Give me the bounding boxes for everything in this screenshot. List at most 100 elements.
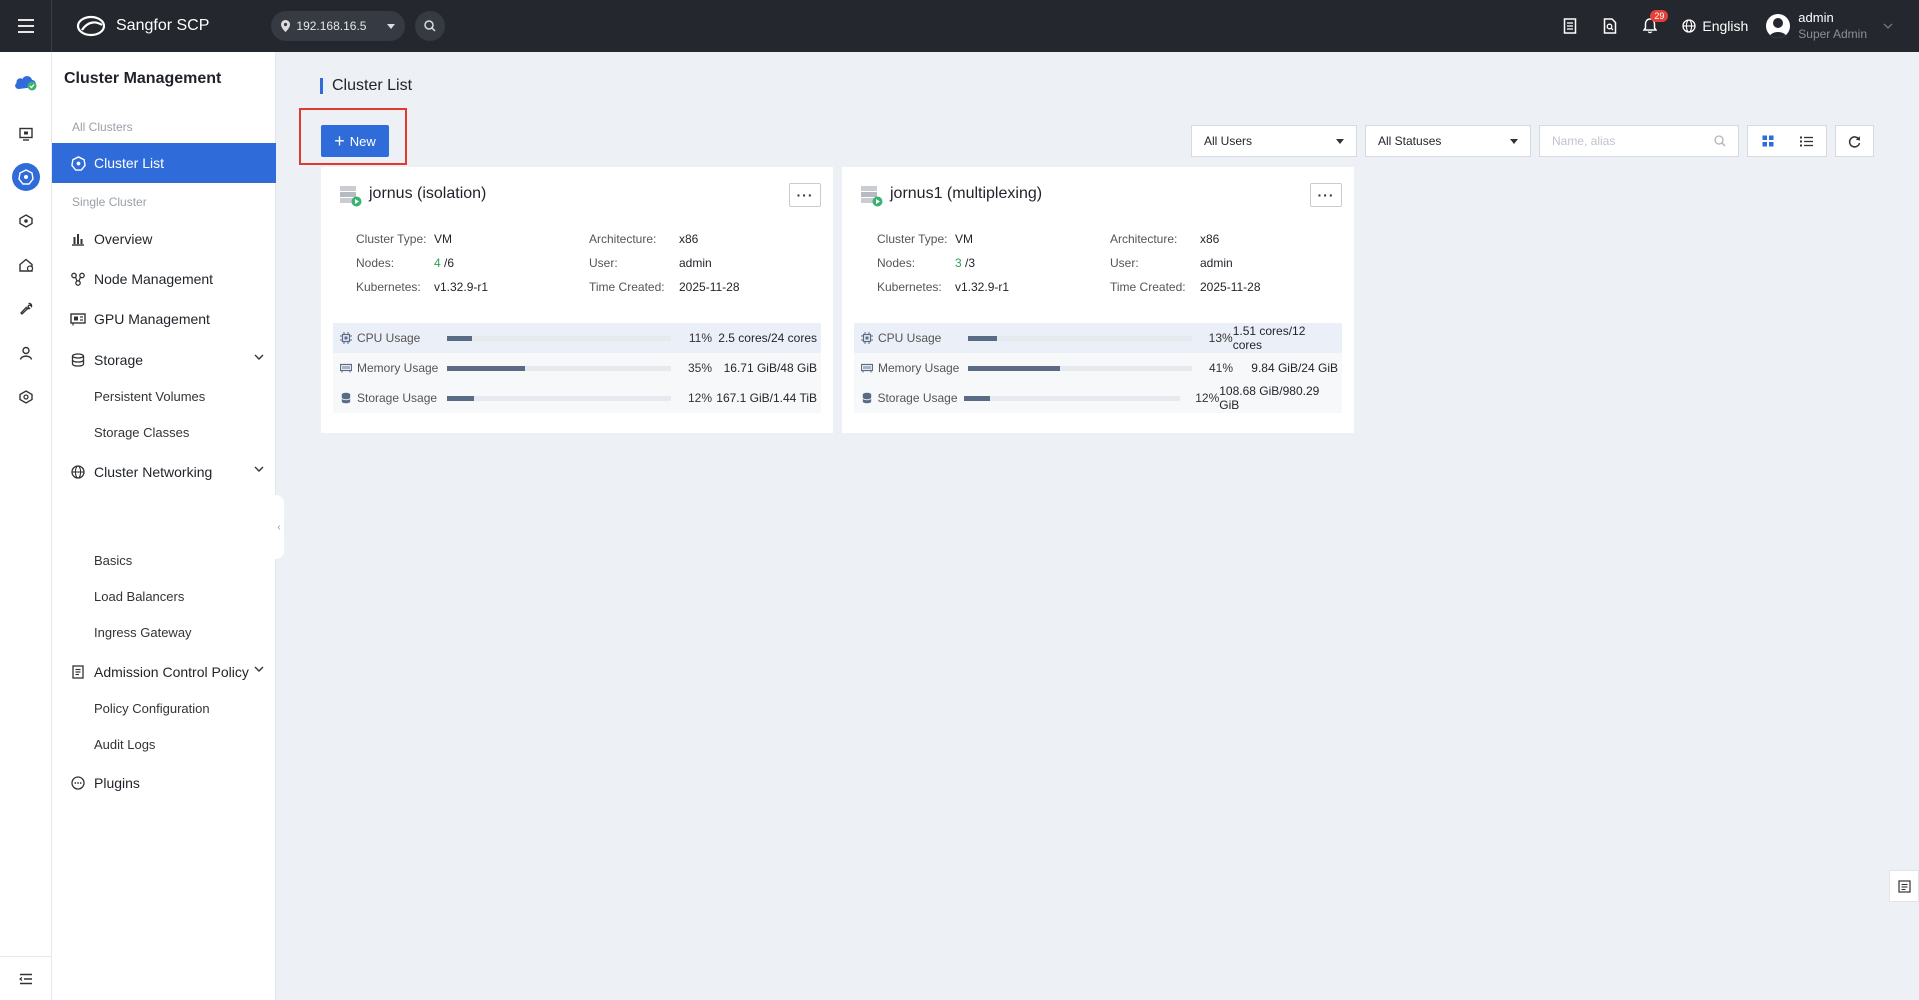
global-search-button[interactable] xyxy=(415,11,446,41)
storage-usage-amount: 167.1 GiB/1.44 TiB xyxy=(716,391,817,405)
memory-usage-label: Memory Usage xyxy=(878,361,960,375)
user-menu[interactable]: admin Super Admin xyxy=(1766,10,1893,42)
sidebar-item-storage-classes[interactable]: Storage Classes xyxy=(94,425,189,440)
sidebar-item-cluster-list[interactable]: Cluster List xyxy=(52,143,276,183)
location-pin-icon xyxy=(281,20,291,32)
rail-user[interactable] xyxy=(0,335,52,371)
cluster-name[interactable]: jornus1 (multiplexing) xyxy=(890,185,1042,203)
rail-kubernetes-active[interactable] xyxy=(0,159,52,195)
sangfor-logo-icon xyxy=(76,15,106,37)
cluster-card[interactable]: jornus (isolation) ··· Cluster Type: VM A… xyxy=(321,167,833,433)
nodes-total-value: /6 xyxy=(444,256,455,270)
rail-cloud[interactable] xyxy=(0,64,52,100)
rail-mesh[interactable] xyxy=(0,203,52,239)
document-search-button[interactable] xyxy=(1592,8,1628,44)
nodes-total-value: /3 xyxy=(965,256,976,270)
sidebar-item-basics[interactable]: Basics xyxy=(94,553,132,568)
notifications-button[interactable]: 29 xyxy=(1632,8,1669,44)
sidebar-item-node-management[interactable]: Node Management xyxy=(52,259,276,299)
user-value: admin xyxy=(679,256,712,270)
chevron-down-icon xyxy=(254,666,264,672)
cpu-usage-percent: 13% xyxy=(1208,331,1233,345)
rail-tools[interactable] xyxy=(0,291,52,327)
time-created-label: Time Created: xyxy=(1110,280,1186,294)
cluster-type-value: VM xyxy=(434,232,452,246)
chevron-down-icon xyxy=(254,466,264,472)
refresh-button[interactable] xyxy=(1835,125,1874,157)
sidebar-item-persistent-volumes[interactable]: Persistent Volumes xyxy=(94,389,205,404)
sidebar-item-policy-configuration[interactable]: Policy Configuration xyxy=(94,701,210,716)
kubernetes-value: v1.32.9-r1 xyxy=(955,280,1010,294)
user-filter-select[interactable]: All Users xyxy=(1191,125,1357,157)
time-created-field: Time Created: 2025-11-28 xyxy=(589,280,740,294)
storage-usage-percent: 12% xyxy=(687,391,712,405)
sidebar-item-label: GPU Management xyxy=(94,311,210,327)
memory-icon xyxy=(339,361,353,375)
sidebar-item-admission-control-policy[interactable]: Admission Control Policy xyxy=(52,652,276,692)
user-avatar-icon xyxy=(1769,18,1788,38)
sidebar-collapse-handle[interactable]: ‹ xyxy=(274,495,284,559)
sidebar-item-storage[interactable]: Storage xyxy=(52,340,276,380)
cluster-name[interactable]: jornus (isolation) xyxy=(369,185,486,203)
sidebar-item-ingress-gateway[interactable]: Ingress Gateway xyxy=(94,625,192,640)
user-label: User: xyxy=(1110,256,1139,270)
usage-panel: CPU Usage 13% 1.51 cores/12 cores Memory… xyxy=(854,323,1342,413)
sidebar-item-label: Node Management xyxy=(94,271,214,287)
more-horizontal-icon: ··· xyxy=(796,187,814,203)
task-list-button[interactable] xyxy=(1552,8,1588,44)
hamburger-menu-button[interactable] xyxy=(0,0,52,52)
floating-panel-button[interactable] xyxy=(1889,870,1919,902)
cluster-type-label: Cluster Type: xyxy=(356,232,427,246)
memory-usage-amount: 9.84 GiB/24 GiB xyxy=(1251,361,1338,375)
rail-collapse-button[interactable] xyxy=(0,956,52,1000)
more-actions-button[interactable]: ··· xyxy=(789,183,821,207)
wrench-icon xyxy=(20,302,33,315)
more-actions-button[interactable]: ··· xyxy=(1310,183,1342,207)
memory-usage-bar xyxy=(968,365,1192,371)
sidebar-item-label: Cluster Networking xyxy=(94,464,213,480)
cluster-card-header: jornus1 (multiplexing) xyxy=(858,181,1042,207)
list-view-button[interactable] xyxy=(1787,126,1826,156)
kubernetes-field: Kubernetes: v1.32.9-r1 xyxy=(356,280,488,294)
sidebar-item-overview[interactable]: Overview xyxy=(52,219,276,259)
globe-icon xyxy=(70,464,86,480)
user-name: admin xyxy=(1798,10,1834,25)
rail-monitor[interactable] xyxy=(0,116,52,152)
rail-settings[interactable] xyxy=(0,379,52,415)
sidebar-item-gpu-management[interactable]: GPU Management xyxy=(52,299,276,339)
search-input[interactable] xyxy=(1552,134,1714,148)
rail-active-indicator xyxy=(12,163,40,191)
language-selector[interactable]: English xyxy=(1682,18,1748,34)
ip-selector[interactable]: 192.168.16.5 xyxy=(271,11,406,41)
sidebar-item-plugins[interactable]: Plugins xyxy=(52,763,276,803)
cluster-type-label: Cluster Type: xyxy=(877,232,948,246)
storage-usage-row: Storage Usage 12% 167.1 GiB/1.44 TiB xyxy=(333,383,821,413)
cpu-usage-fill xyxy=(967,335,997,341)
avatar xyxy=(1766,14,1791,38)
nodes-ready-value: 3 xyxy=(955,256,962,270)
sidebar-item-label: Overview xyxy=(94,231,153,247)
sidebar-item-cluster-networking[interactable]: Cluster Networking xyxy=(52,452,276,492)
icon-rail xyxy=(0,52,52,1000)
kubernetes-label: Kubernetes: xyxy=(877,280,942,294)
memory-usage-row: Memory Usage 35% 16.71 GiB/48 GiB xyxy=(333,353,821,383)
cluster-type-field: Cluster Type: VM xyxy=(356,232,452,246)
grid-view-button[interactable] xyxy=(1748,126,1787,156)
nodes-ready-value: 4 xyxy=(434,256,441,270)
kubernetes-value: v1.32.9-r1 xyxy=(434,280,489,294)
storage-icon xyxy=(860,391,873,405)
list-icon xyxy=(1800,136,1813,146)
time-created-field: Time Created: 2025-11-28 xyxy=(1110,280,1261,294)
brand[interactable]: Sangfor SCP xyxy=(76,15,209,37)
sidebar-item-load-balancers[interactable]: Load Balancers xyxy=(94,589,184,604)
time-created-value: 2025-11-28 xyxy=(679,280,740,294)
status-filter-select[interactable]: All Statuses xyxy=(1365,125,1531,157)
bar-chart-icon xyxy=(70,231,86,247)
cluster-card[interactable]: jornus1 (multiplexing) ··· Cluster Type:… xyxy=(842,167,1354,433)
sidebar-item-audit-logs[interactable]: Audit Logs xyxy=(94,737,155,752)
architecture-field: Architecture: x86 xyxy=(1110,232,1219,246)
database-icon xyxy=(70,352,86,368)
rail-home-settings[interactable] xyxy=(0,247,52,283)
cluster-search-field[interactable] xyxy=(1539,125,1739,157)
search-icon xyxy=(424,20,436,32)
